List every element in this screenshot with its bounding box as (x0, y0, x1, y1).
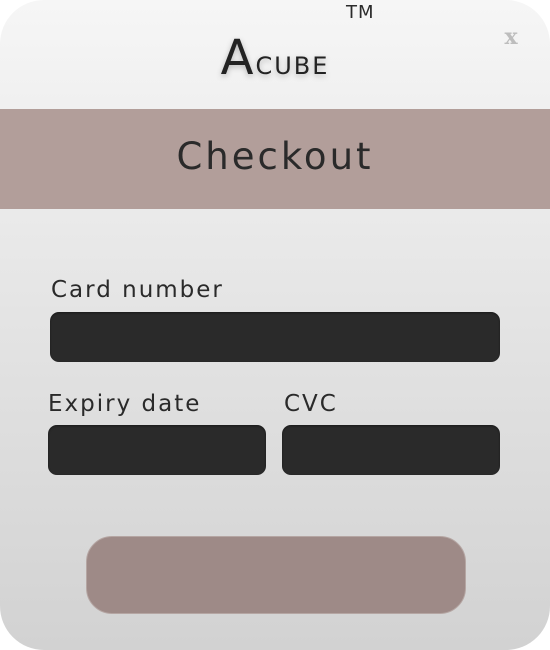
submit-payment-button[interactable] (86, 536, 466, 614)
cvc-input[interactable] (282, 425, 500, 475)
page-title: Checkout (176, 135, 374, 178)
checkout-dialog: Acube TM x Checkout Card number Expiry d… (0, 0, 550, 650)
brand-name-rest: cube (255, 43, 330, 83)
card-number-input[interactable] (50, 312, 500, 362)
card-number-label: Card number (51, 277, 224, 303)
close-icon[interactable]: x (500, 24, 522, 50)
trademark-symbol: TM (346, 2, 375, 23)
brand-logo: Acube (0, 28, 550, 88)
checkout-banner: Checkout (0, 109, 550, 209)
brand-name-initial: A (220, 30, 256, 86)
expiry-date-input[interactable] (48, 425, 266, 475)
brand-name: Acube (221, 28, 330, 93)
cvc-label: CVC (284, 391, 338, 417)
expiry-date-label: Expiry date (48, 391, 202, 417)
